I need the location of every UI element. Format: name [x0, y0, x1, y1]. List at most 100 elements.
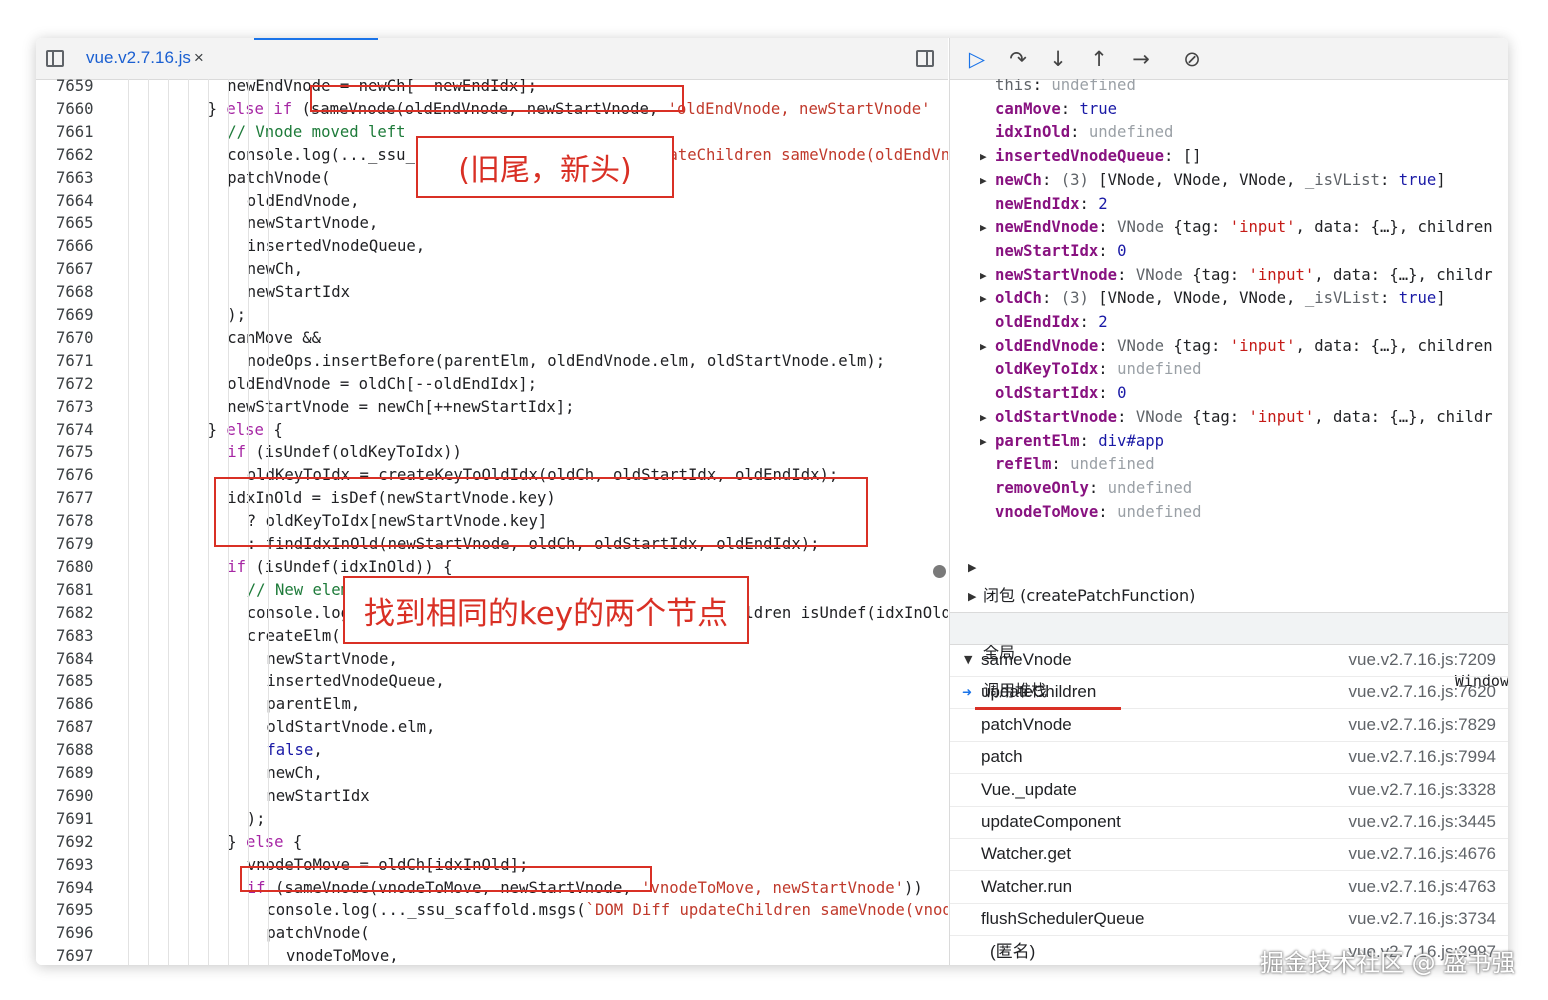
line-number[interactable]: 7697 — [56, 945, 96, 965]
line-number[interactable]: 7684 — [56, 648, 96, 671]
scope-variable-row[interactable]: newStartIdx: 0 — [950, 240, 1508, 263]
line-number[interactable]: 7691 — [56, 808, 96, 831]
line-number[interactable]: 7674 — [56, 419, 96, 442]
call-stack-frame[interactable]: sameVnode vue.v2.7.16.js:7209 — [950, 644, 1508, 677]
step-into-icon[interactable]: ↓ — [1045, 46, 1071, 72]
scope-variable-row[interactable]: ▶ oldCh: (3) [VNode, VNode, VNode, _isVLi… — [950, 287, 1508, 310]
line-number[interactable]: 7686 — [56, 693, 96, 716]
frame-location-link[interactable]: vue.v2.7.16.js:7994 — [1349, 741, 1496, 773]
expand-triangle-icon[interactable]: ▶ — [980, 264, 987, 287]
expand-triangle-icon[interactable]: ▶ — [980, 406, 987, 429]
line-number[interactable]: 7664 — [56, 190, 96, 213]
line-number[interactable]: 7679 — [56, 533, 96, 556]
frame-location-link[interactable]: vue.v2.7.16.js:7620 — [1349, 676, 1496, 708]
scope-variable-row[interactable]: vnodeToMove: undefined — [950, 501, 1508, 524]
call-stack-frame[interactable]: flushSchedulerQueue vue.v2.7.16.js:3734 — [950, 903, 1508, 937]
line-number[interactable]: 7689 — [56, 762, 96, 785]
line-number[interactable]: 7695 — [56, 899, 96, 922]
global-row[interactable]: ▶ 全局 Window — [950, 583, 1508, 690]
call-stack-frame[interactable]: Watcher.get vue.v2.7.16.js:4676 — [950, 838, 1508, 872]
call-stack-frame[interactable]: Watcher.run vue.v2.7.16.js:4763 — [950, 871, 1508, 904]
line-number[interactable]: 7661 — [56, 121, 96, 144]
call-stack-frame[interactable]: patch vue.v2.7.16.js:7994 — [950, 741, 1508, 775]
expand-triangle-icon[interactable]: ▶ — [980, 287, 987, 310]
close-icon[interactable]: × — [194, 48, 204, 67]
scrollbar-thumb[interactable] — [933, 565, 946, 578]
frame-location-link[interactable]: vue.v2.7.16.js:7209 — [1349, 644, 1496, 676]
frame-location-link[interactable]: vue.v2.7.16.js:4676 — [1349, 838, 1496, 870]
line-number[interactable]: 7677 — [56, 487, 96, 510]
line-number[interactable]: 7659 — [56, 79, 96, 98]
line-number[interactable]: 7671 — [56, 350, 96, 373]
line-number[interactable]: 7693 — [56, 854, 96, 877]
line-number[interactable]: 7676 — [56, 464, 96, 487]
resume-icon[interactable]: ▷ — [964, 46, 990, 72]
scope-variable-row[interactable]: ▶ oldEndVnode: VNode {tag: 'input', data:… — [950, 335, 1508, 358]
line-number[interactable]: 7667 — [56, 258, 96, 281]
toggle-debugger-icon[interactable] — [916, 50, 934, 67]
line-number[interactable]: 7685 — [56, 670, 96, 693]
call-stack-header[interactable]: ▼ 调用堆栈 — [950, 612, 1508, 700]
line-number[interactable]: 7666 — [56, 235, 96, 258]
call-stack-frame[interactable]: Vue._update vue.v2.7.16.js:3328 — [950, 774, 1508, 807]
step-over-icon[interactable]: ↷ — [1005, 46, 1031, 72]
frame-location-link[interactable]: vue.v2.7.16.js:3328 — [1349, 774, 1496, 806]
scope-variable-row[interactable]: ▶ oldStartVnode: VNode {tag: 'input', dat… — [950, 406, 1508, 429]
line-number[interactable]: 7662 — [56, 144, 96, 167]
scope-variable-row[interactable]: idxInOld: undefined — [950, 121, 1508, 144]
scope-variable-row[interactable]: ▶ insertedVnodeQueue: [] — [950, 145, 1508, 168]
frame-location-link[interactable]: vue.v2.7.16.js:4763 — [1349, 871, 1496, 903]
expand-triangle-icon[interactable]: ▶ — [980, 430, 987, 453]
expand-triangle-icon[interactable]: ▶ — [980, 216, 987, 239]
scope-variable-row[interactable]: removeOnly: undefined — [950, 477, 1508, 500]
call-stack-frame[interactable]: updateComponent vue.v2.7.16.js:3445 — [950, 806, 1508, 839]
toggle-navigator-icon[interactable] — [46, 50, 64, 67]
line-number[interactable]: 7660 — [56, 98, 96, 121]
line-number[interactable]: 7673 — [56, 396, 96, 419]
step-icon[interactable]: → — [1128, 46, 1154, 72]
closure-named-row[interactable]: ▶ 闭包 (createPatchFunction) — [950, 526, 1508, 605]
line-number[interactable]: 7670 — [56, 327, 96, 350]
scope-variable-row[interactable]: oldEndIdx: 2 — [950, 311, 1508, 334]
scope-variable-row[interactable]: oldStartIdx: 0 — [950, 382, 1508, 405]
expand-triangle-icon[interactable]: ▶ — [980, 145, 987, 168]
file-tab[interactable]: vue.v2.7.16.js × — [86, 48, 204, 72]
scope-variable-row[interactable]: ▶ newCh: (3) [VNode, VNode, VNode, _isVLi… — [950, 169, 1508, 192]
scope-variable-row[interactable]: ▶ newStartVnode: VNode {tag: 'input', dat… — [950, 264, 1508, 287]
line-number[interactable]: 7694 — [56, 877, 96, 900]
closure-row[interactable]: ▶ 闭包 — [950, 555, 1508, 634]
line-number[interactable]: 7688 — [56, 739, 96, 762]
expand-triangle-icon[interactable]: ▶ — [980, 335, 987, 358]
expand-triangle-icon[interactable]: ▶ — [980, 169, 987, 192]
line-number[interactable]: 7675 — [56, 441, 96, 464]
scope-variable-row[interactable]: refElm: undefined — [950, 453, 1508, 476]
line-number[interactable]: 7672 — [56, 373, 96, 396]
code-line: 7686 parentElm, — [36, 693, 948, 716]
line-number[interactable]: 7687 — [56, 716, 96, 739]
line-number[interactable]: 7665 — [56, 212, 96, 235]
line-number[interactable]: 7681 — [56, 579, 96, 602]
scope-variable-row[interactable]: oldKeyToIdx: undefined — [950, 358, 1508, 381]
scope-variable-row[interactable]: ▶ parentElm: div#app — [950, 430, 1508, 453]
call-stack-frame[interactable]: ➜ updateChildren vue.v2.7.16.js:7620 — [950, 676, 1508, 710]
line-number[interactable]: 7690 — [56, 785, 96, 808]
frame-location-link[interactable]: vue.v2.7.16.js:3445 — [1349, 806, 1496, 838]
line-number[interactable]: 7668 — [56, 281, 96, 304]
line-number[interactable]: 7683 — [56, 625, 96, 648]
step-out-icon[interactable]: ↑ — [1086, 46, 1112, 72]
frame-location-link[interactable]: vue.v2.7.16.js:3734 — [1349, 903, 1496, 935]
line-number[interactable]: 7696 — [56, 922, 96, 945]
frame-location-link[interactable]: vue.v2.7.16.js:7829 — [1349, 709, 1496, 741]
deactivate-breakpoints-icon[interactable]: ⊘ — [1179, 46, 1205, 72]
scope-variable-row[interactable]: this: undefined — [950, 79, 1508, 97]
line-number[interactable]: 7680 — [56, 556, 96, 579]
scope-variable-row[interactable]: canMove: true — [950, 98, 1508, 121]
line-number[interactable]: 7669 — [56, 304, 96, 327]
scope-variable-row[interactable]: newEndIdx: 2 — [950, 193, 1508, 216]
line-number[interactable]: 7682 — [56, 602, 96, 625]
call-stack-frame[interactable]: patchVnode vue.v2.7.16.js:7829 — [950, 709, 1508, 742]
line-number[interactable]: 7678 — [56, 510, 96, 533]
scope-variable-row[interactable]: ▶ newEndVnode: VNode {tag: 'input', data:… — [950, 216, 1508, 239]
line-number[interactable]: 7663 — [56, 167, 96, 190]
line-number[interactable]: 7692 — [56, 831, 96, 854]
